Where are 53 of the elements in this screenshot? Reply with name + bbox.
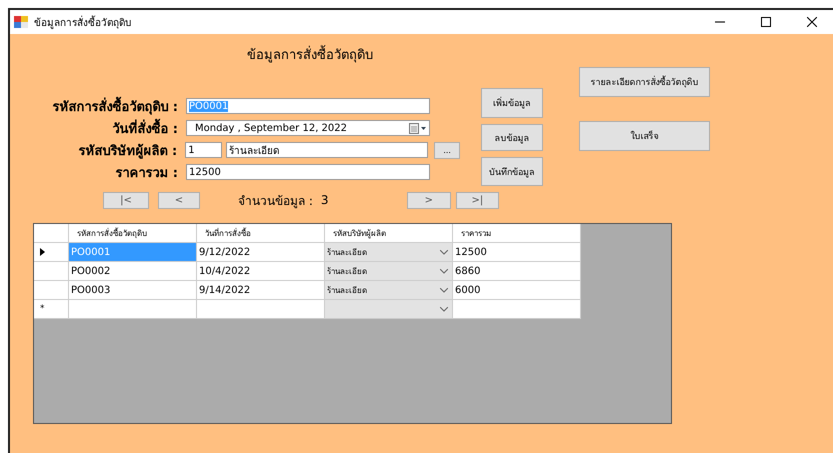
chevron-down-icon [440,288,448,292]
table-cell: 9/12/2022 [197,243,325,262]
last-button[interactable]: >| [456,192,499,208]
row-header[interactable] [34,243,69,262]
table-cell: 6860 [453,262,581,281]
table-cell: 9/14/2022 [197,281,325,300]
table-cell: PO0002 [69,262,197,281]
new-row-marker: * [34,300,69,319]
chevron-down-icon [440,250,448,254]
field-label: ราคารวม : [114,164,179,182]
combo-cell[interactable]: ร้านละเอียด [325,243,453,262]
date-value: Monday , September 12, 2022 [195,122,347,134]
table-cell: 12500 [453,243,581,262]
window-title: ข้อมูลการสั่งซื้อวัตถุดิบ [34,14,131,30]
name-field[interactable]: ร้านละเอียด [226,142,428,158]
combo-cell[interactable]: ร้านละเอียด [325,281,453,300]
column-header[interactable]: รหัสบริษัทผู้ผลิต [325,224,453,243]
action-button[interactable]: บันทึกข้อมูล [481,157,543,186]
column-header[interactable]: ราคารวม [453,224,581,243]
next-button[interactable]: > [406,192,451,208]
app-icon [14,16,28,28]
field-label: รหัสการสั่งซื้อวัตถุดิบ : [10,96,186,116]
action-button[interactable]: เพิ่มข้อมูล [481,88,543,118]
first-button[interactable]: |< [103,192,149,208]
table-cell: PO0003 [69,281,197,300]
current-row-icon [40,248,45,256]
side-button[interactable]: ใบเสร็จ [579,121,710,151]
calendar-dropdown-icon[interactable] [409,122,427,134]
record-count-label: จำนวนข้อมูล : [238,192,313,210]
chevron-down-icon [440,306,448,312]
column-header[interactable]: วันที่การสั่งซื้อ [197,224,325,243]
chevron-down-icon [440,268,448,274]
field-value: PO0001 [189,100,228,112]
id-field[interactable]: 1 [185,142,222,158]
field-label: รหัสบริษัทผู้ผลิต : [77,142,178,160]
field-value: 12500 [189,166,221,178]
combo-cell[interactable] [325,300,453,319]
combo-cell[interactable]: ร้านละเอียด [325,262,453,281]
maximize-icon[interactable] [761,17,771,27]
text-field[interactable]: 12500 [186,164,430,180]
row-header [34,224,69,243]
record-count: 3 [320,193,330,207]
action-button[interactable]: ลบข้อมูล [481,124,543,151]
table-cell: 6000 [453,281,581,300]
table-cell: PO0001 [69,243,197,262]
table-cell: 10/4/2022 [197,262,325,281]
previous-button[interactable]: < [158,192,200,208]
field-label: วันที่สั่งซื้อ : [10,118,186,138]
browse-button[interactable]: ... [434,142,460,158]
close-icon[interactable] [807,17,817,27]
side-button[interactable]: รายละเอียดการสั่งซื้อวัตถุดิบ [579,67,710,97]
column-header[interactable]: รหัสการสั่งซื้อวัตถุดิบ [69,224,197,243]
date-picker[interactable]: Monday , September 12, 2022 [186,120,430,136]
